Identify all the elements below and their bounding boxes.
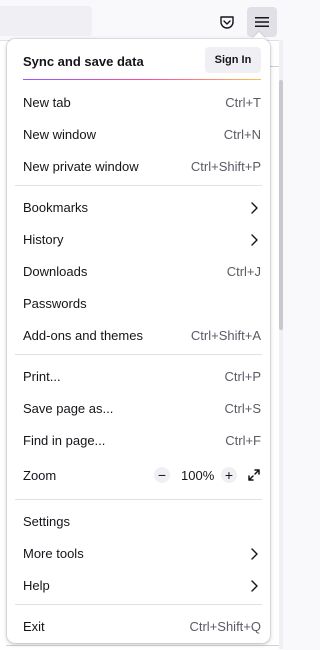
- hamburger-menu-icon: [255, 17, 269, 27]
- menu-item-label: More tools: [23, 546, 84, 561]
- menu-item-shortcut: Ctrl+Shift+Q: [189, 619, 261, 634]
- menu-item-addons-themes[interactable]: Add-ons and themes Ctrl+Shift+A: [15, 320, 262, 350]
- menu-item-print[interactable]: Print... Ctrl+P: [15, 361, 262, 391]
- menu-item-shortcut: Ctrl+P: [224, 369, 261, 384]
- menu-item-label: Exit: [23, 619, 45, 634]
- browser-toolbar: [0, 0, 283, 40]
- menu-item-downloads[interactable]: Downloads Ctrl+J: [15, 256, 262, 286]
- menu-item-find-in-page[interactable]: Find in page... Ctrl+F: [15, 425, 262, 455]
- menu-separator: [15, 185, 262, 186]
- menu-item-more-tools[interactable]: More tools: [15, 538, 262, 568]
- zoom-in-button[interactable]: +: [221, 467, 237, 483]
- menu-item-label: New window: [23, 127, 96, 142]
- sync-gradient-divider: [23, 79, 261, 80]
- menu-item-new-tab[interactable]: New tab Ctrl+T: [15, 87, 262, 117]
- menu-item-label: New private window: [23, 159, 139, 174]
- menu-item-label: Print...: [23, 369, 61, 384]
- menu-item-label: New tab: [23, 95, 71, 110]
- menu-separator: [15, 499, 262, 500]
- menu-item-passwords[interactable]: Passwords: [15, 288, 262, 318]
- chevron-right-icon: [251, 234, 258, 246]
- menu-separator: [15, 604, 262, 605]
- url-bar[interactable]: [0, 6, 92, 36]
- pocket-button[interactable]: [212, 7, 242, 37]
- menu-item-exit[interactable]: Exit Ctrl+Shift+Q: [15, 611, 262, 641]
- menu-item-new-private-window[interactable]: New private window Ctrl+Shift+P: [15, 151, 262, 181]
- fullscreen-icon: [248, 469, 260, 481]
- zoom-level[interactable]: 100%: [181, 468, 214, 483]
- app-menu-panel: Sync and save data Sign In New tab Ctrl+…: [7, 39, 270, 643]
- menu-item-help[interactable]: Help: [15, 570, 262, 600]
- menu-item-new-window[interactable]: New window Ctrl+N: [15, 119, 262, 149]
- sign-in-button[interactable]: Sign In: [205, 47, 261, 73]
- pocket-icon: [220, 16, 234, 29]
- page-divider-bottom: [6, 645, 283, 646]
- fullscreen-button[interactable]: [244, 465, 264, 485]
- menu-item-label: Settings: [23, 514, 70, 529]
- menu-item-shortcut: Ctrl+J: [226, 264, 261, 279]
- menu-item-shortcut: Ctrl+T: [225, 95, 261, 110]
- menu-item-label: Find in page...: [23, 433, 106, 448]
- menu-item-label: Save page as...: [23, 401, 114, 416]
- menu-item-shortcut: Ctrl+Shift+P: [190, 159, 261, 174]
- chevron-right-icon: [251, 580, 258, 592]
- zoom-out-button[interactable]: −: [154, 467, 170, 483]
- menu-item-label: Bookmarks: [23, 200, 89, 215]
- chevron-right-icon: [251, 548, 258, 560]
- menu-item-save-page-as[interactable]: Save page as... Ctrl+S: [15, 393, 262, 423]
- menu-item-bookmarks[interactable]: Bookmarks: [15, 192, 262, 222]
- menu-item-shortcut: Ctrl+N: [223, 127, 261, 142]
- menu-item-label: Downloads: [23, 264, 88, 279]
- sync-row[interactable]: Sync and save data Sign In: [7, 39, 270, 79]
- zoom-row: Zoom − 100% +: [15, 460, 262, 490]
- menu-item-history[interactable]: History: [15, 224, 262, 254]
- menu-item-shortcut: Ctrl+F: [225, 433, 261, 448]
- zoom-label: Zoom: [23, 468, 57, 483]
- menu-item-shortcut: Ctrl+S: [224, 401, 261, 416]
- chevron-right-icon: [251, 202, 258, 214]
- menu-item-settings[interactable]: Settings: [15, 506, 262, 536]
- menu-item-label: Help: [23, 578, 50, 593]
- app-menu-button[interactable]: [247, 7, 277, 37]
- scrollbar-thumb[interactable]: [279, 80, 283, 330]
- menu-item-shortcut: Ctrl+Shift+A: [190, 328, 261, 343]
- menu-item-label: Passwords: [23, 296, 87, 311]
- menu-item-label: Add-ons and themes: [23, 328, 143, 343]
- menu-separator: [15, 354, 262, 355]
- sync-label: Sync and save data: [23, 54, 144, 69]
- menu-item-label: History: [23, 232, 64, 247]
